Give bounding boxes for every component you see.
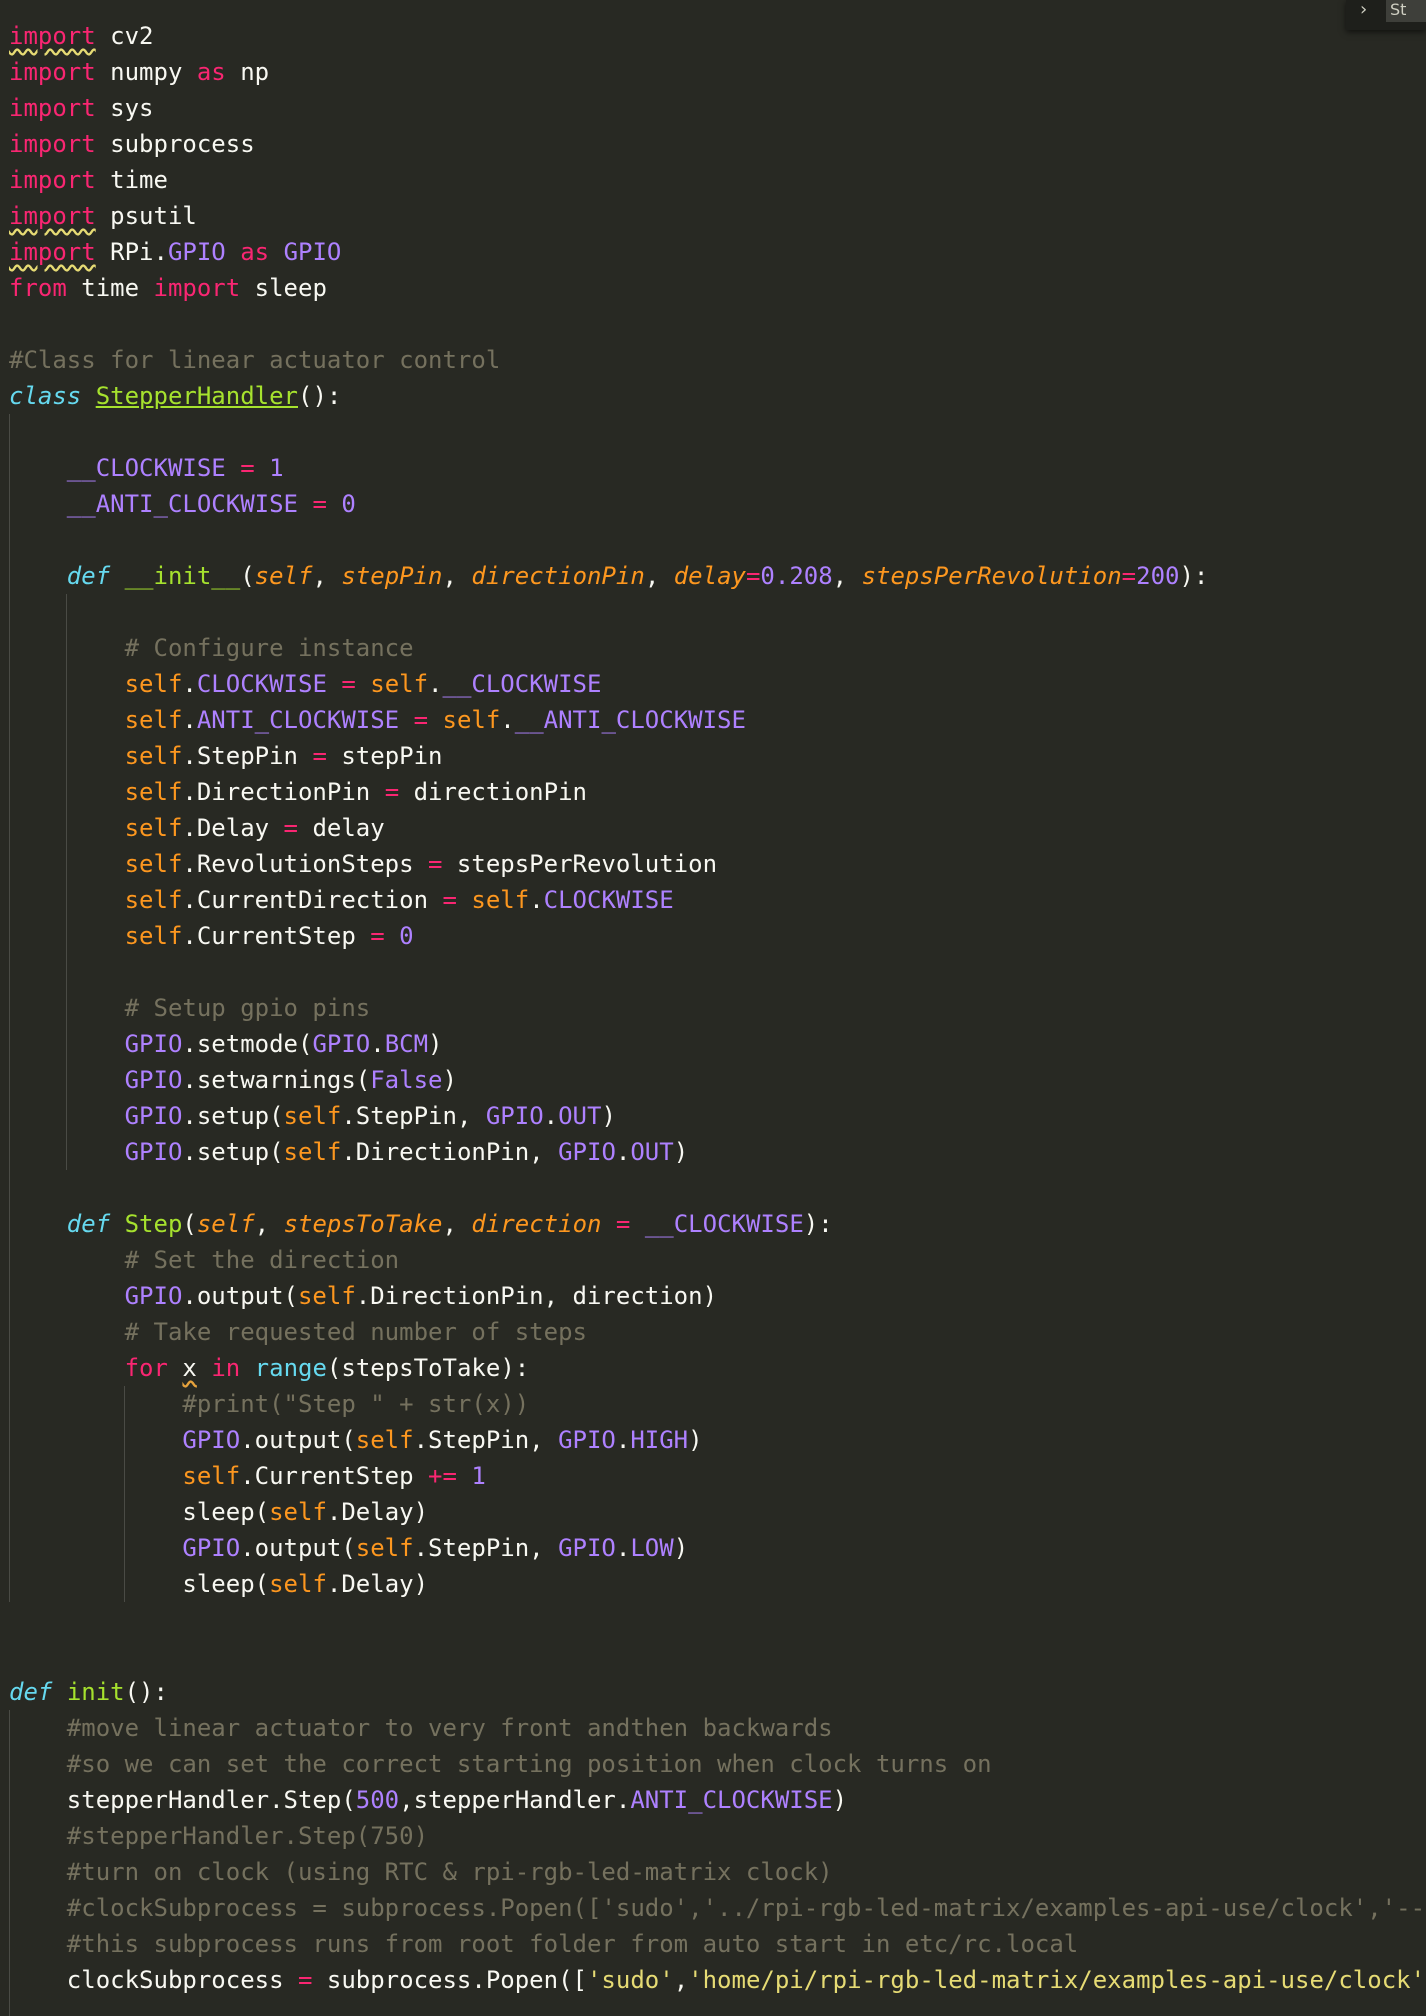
- code-line[interactable]: GPIO.setmode(GPIO.BCM): [9, 1026, 443, 1062]
- code-line[interactable]: # Take requested number of steps: [9, 1314, 587, 1350]
- code-line[interactable]: #clockSubprocess = subprocess.Popen(['su…: [9, 1890, 1425, 1926]
- code-line[interactable]: #Class for linear actuator control: [9, 342, 500, 378]
- code-line[interactable]: from time import sleep: [9, 270, 327, 306]
- code-line[interactable]: sleep(self.Delay): [9, 1566, 428, 1602]
- code-line[interactable]: #move linear actuator to very front andt…: [9, 1710, 833, 1746]
- code-line[interactable]: GPIO.setwarnings(False): [9, 1062, 457, 1098]
- code-line[interactable]: GPIO.output(self.DirectionPin, direction…: [9, 1278, 717, 1314]
- code-line[interactable]: self.CurrentDirection = self.CLOCKWISE: [9, 882, 674, 918]
- code-line[interactable]: def __init__(self, stepPin, directionPin…: [9, 558, 1209, 594]
- code-line[interactable]: #print("Step " + str(x)): [9, 1386, 529, 1422]
- code-line[interactable]: # Configure instance: [9, 630, 414, 666]
- chevron-right-icon: ›: [1360, 0, 1368, 20]
- code-line[interactable]: #this subprocess runs from root folder f…: [9, 1926, 1078, 1962]
- indent-guide: [9, 1710, 10, 2016]
- code-line[interactable]: self.StepPin = stepPin: [9, 738, 443, 774]
- code-line[interactable]: #turn on clock (using RTC & rpi-rgb-led-…: [9, 1854, 833, 1890]
- code-line[interactable]: clockSubprocess = subprocess.Popen(['sud…: [9, 1962, 1425, 1998]
- code-line[interactable]: import psutil: [9, 198, 197, 234]
- code-line[interactable]: # Setup gpio pins: [9, 990, 371, 1026]
- code-line[interactable]: GPIO.setup(self.StepPin, GPIO.OUT): [9, 1098, 616, 1134]
- code-line[interactable]: def Step(self, stepsToTake, direction = …: [9, 1206, 833, 1242]
- code-line[interactable]: self.CLOCKWISE = self.__CLOCKWISE: [9, 666, 602, 702]
- indent-guide: [124, 1386, 125, 1602]
- code-line[interactable]: GPIO.output(self.StepPin, GPIO.LOW): [9, 1530, 688, 1566]
- code-line[interactable]: def init():: [9, 1674, 168, 1710]
- code-line[interactable]: self.CurrentStep = 0: [9, 918, 414, 954]
- code-line[interactable]: self.DirectionPin = directionPin: [9, 774, 587, 810]
- code-line[interactable]: self.ANTI_CLOCKWISE = self.__ANTI_CLOCKW…: [9, 702, 746, 738]
- code-line[interactable]: __ANTI_CLOCKWISE = 0: [9, 486, 356, 522]
- code-line[interactable]: __CLOCKWISE = 1: [9, 450, 284, 486]
- code-line[interactable]: stepperHandler.Step(500,stepperHandler.A…: [9, 1782, 847, 1818]
- code-line[interactable]: # Set the direction: [9, 1242, 400, 1278]
- overlay-tab-label: St: [1386, 0, 1426, 22]
- code-line[interactable]: class StepperHandler():: [9, 378, 341, 414]
- code-line[interactable]: #stepperHandler.Step(750): [9, 1818, 428, 1854]
- code-line[interactable]: self.CurrentStep += 1: [9, 1458, 485, 1494]
- code-line[interactable]: for x in range(stepsToTake):: [9, 1350, 530, 1386]
- code-line[interactable]: GPIO.setup(self.DirectionPin, GPIO.OUT): [9, 1134, 689, 1170]
- code-line[interactable]: import sys: [9, 90, 154, 126]
- code-line[interactable]: import cv2: [9, 18, 154, 54]
- indent-guide: [66, 594, 67, 1170]
- code-line[interactable]: self.RevolutionSteps = stepsPerRevolutio…: [9, 846, 717, 882]
- code-line[interactable]: import numpy as np: [9, 54, 269, 90]
- code-line[interactable]: import RPi.GPIO as GPIO: [9, 234, 341, 270]
- code-line[interactable]: import subprocess: [9, 126, 255, 162]
- indent-guide: [9, 414, 10, 1602]
- code-line[interactable]: sleep(self.Delay): [9, 1494, 428, 1530]
- overlay-tab[interactable]: › St: [1346, 0, 1426, 30]
- code-editor[interactable]: import cv2 import numpy as np import sys im…: [0, 0, 1426, 2016]
- code-line[interactable]: import time: [9, 162, 168, 198]
- code-line[interactable]: #so we can set the correct starting posi…: [9, 1746, 992, 1782]
- code-line[interactable]: GPIO.output(self.StepPin, GPIO.HIGH): [9, 1422, 702, 1458]
